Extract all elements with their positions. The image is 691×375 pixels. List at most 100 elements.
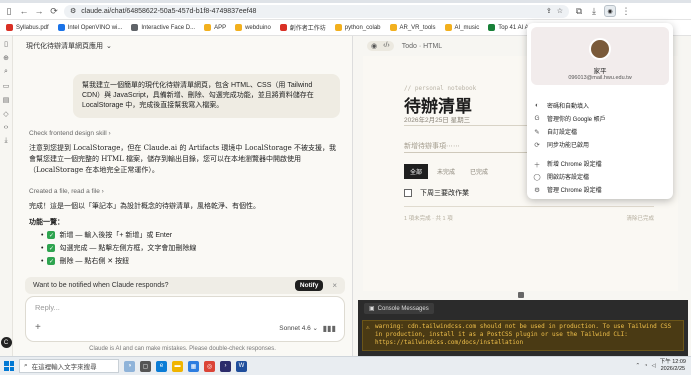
chat-title-button[interactable]: 現代化待辦清單網頁應用 ⌄ (13, 36, 352, 56)
bookmark-label: webduino (245, 24, 271, 31)
assistant-paragraph: 注意到您提到 LocalStorage，但在 Claude.ai 的 Artif… (29, 144, 336, 175)
menu-item-google-account[interactable]: G 管理你的 Google 帳戶 (533, 112, 667, 125)
bookmark-folder[interactable]: webduino (235, 24, 271, 31)
download-app-icon[interactable]: ⤓ (4, 137, 7, 145)
user-avatar[interactable]: C (0, 337, 12, 348)
bookmark-star-icon[interactable]: ☆ (557, 7, 563, 15)
bookmark-folder[interactable]: APP (204, 24, 226, 31)
site-info-icon[interactable]: ⚙ (70, 7, 76, 15)
bullet: • (41, 257, 44, 265)
folder-icon (334, 24, 342, 31)
chrome-icon[interactable]: ◎ (204, 360, 215, 372)
voice-mode-icon[interactable]: ▮▮▮ (323, 324, 336, 333)
close-icon[interactable]: × (332, 281, 337, 290)
warning-text: warning: cdn.tailwindcss.com should not … (375, 323, 672, 347)
forward-icon[interactable]: → (34, 6, 44, 16)
profile-avatar-button[interactable]: ◉ (604, 5, 616, 17)
store-icon[interactable]: ▦ (188, 360, 199, 372)
preview-eye-icon[interactable]: ◉ (371, 42, 377, 50)
code-icon[interactable]: ‹› (4, 124, 9, 131)
address-bar[interactable]: ⚙ claude.ai/chat/64858622-50a5-457d-b1f8… (64, 4, 569, 18)
check-mark-icon: ✓ (47, 231, 56, 240)
volume-icon[interactable]: ◁ (651, 363, 655, 369)
bookmark-folder[interactable]: AI_music (444, 24, 480, 31)
google-icon: G (534, 115, 540, 122)
bookmark-label: 創作者工作坊 (289, 26, 326, 32)
sidebar-toggle-icon[interactable]: ▯ (4, 40, 8, 48)
network-icon[interactable]: ◔ (644, 363, 647, 369)
widgets-icon[interactable]: ◑ (124, 360, 135, 372)
menu-item-add-profile[interactable]: ＋ 新增 Chrome 設定檔 (533, 157, 667, 170)
feature-item: • ✓ 刪除 — 點右側 ✕ 按鈕 (41, 256, 352, 266)
reply-input[interactable]: Reply... (35, 303, 335, 312)
todo-checkbox[interactable] (404, 189, 412, 197)
menu-item-customize-profile[interactable]: ✎ 自訂設定檔 (533, 125, 667, 138)
chats-icon[interactable]: ▭ (3, 82, 10, 90)
menu-item-passwords[interactable]: ◐ 密碼和自動填入 (533, 99, 667, 112)
new-chat-icon[interactable]: ⊕ (3, 54, 9, 62)
taskbar-search[interactable]: ⌕ 在這裡輸入文字來搜尋 (19, 359, 119, 373)
share-icon[interactable]: ⇪ (546, 7, 552, 15)
console-tab[interactable]: ▣ Console Messages (364, 303, 434, 314)
task-view-icon[interactable]: ▢ (140, 360, 151, 372)
filter-all[interactable]: 全部 (404, 164, 429, 179)
clear-completed-button[interactable]: 清除已完成 (626, 214, 654, 222)
menu-item-label: 管理 Chrome 設定檔 (547, 188, 602, 194)
chrome-menu-icon[interactable]: ⋮ (621, 6, 631, 17)
notify-button[interactable]: Notify (294, 280, 324, 291)
preview-code-toggle[interactable]: ◉ ‹/› (367, 41, 394, 51)
bookmark-item[interactable]: Interactive Face D... (131, 24, 195, 31)
bookmark-label: AI_music (454, 24, 480, 31)
edit-icon: ✎ (534, 128, 540, 136)
reply-box[interactable]: Reply... + Sonnet 4.6 ⌄ ▮▮▮ (25, 296, 345, 342)
menu-item-sync[interactable]: ⟳ 同步功能已啟用 (533, 138, 667, 151)
reload-icon[interactable]: ⟳ (49, 6, 59, 17)
menu-item-guest-profile[interactable]: ◯ 開啟訪客設定檔 (533, 170, 667, 183)
bookmark-item[interactable]: Syllabus.pdf (6, 24, 49, 31)
chevron-up-icon[interactable]: ⌃ (636, 363, 641, 369)
edge-icon[interactable]: e (156, 360, 167, 372)
windows-start-icon[interactable] (4, 361, 14, 371)
address-url[interactable]: claude.ai/chat/64858622-50a5-457d-b1f8-4… (81, 8, 541, 15)
search-icon[interactable]: ⌕ (4, 68, 8, 76)
word-icon[interactable]: W (236, 360, 247, 372)
back-icon[interactable]: ← (19, 6, 29, 16)
bookmark-folder[interactable]: AR_VR_tools (389, 24, 436, 31)
tool-use-summary[interactable]: Created a file, read a file › (29, 188, 352, 195)
sidebar-toggle-icon[interactable]: ▯ (4, 6, 14, 17)
browser-toolbar: ▯ ← → ⟳ ⚙ claude.ai/chat/64858622-50a5-4… (0, 3, 691, 20)
folder-icon (444, 24, 452, 31)
bookmark-item[interactable]: Intel OpenVINO wi... (57, 24, 123, 31)
folder-icon (235, 24, 243, 31)
bookmark-folder[interactable]: python_colab (334, 24, 381, 31)
clock[interactable]: 下午 12:09 2026/2/25 (660, 359, 686, 372)
bookmark-label: Syllabus.pdf (16, 24, 49, 31)
user-message: 幫我建立一個簡單的現代化待辦清單網頁，包含 HTML、CSS（用 Tailwin… (73, 74, 340, 119)
download-icon[interactable]: ⤓ (589, 6, 599, 17)
filter-completed[interactable]: 已完成 (464, 164, 494, 179)
notify-text: Want to be notified when Claude responds… (33, 282, 169, 289)
extensions-icon[interactable]: ⧉ (574, 6, 584, 17)
features-heading: 功能一覽： (29, 219, 64, 227)
terminal-icon[interactable]: › (220, 360, 231, 372)
code-icon[interactable]: ‹/› (383, 42, 390, 50)
bookmark-item[interactable]: 創作者工作坊 (279, 23, 326, 32)
artifacts-icon[interactable]: ◇ (3, 110, 8, 118)
resize-handle[interactable] (518, 292, 524, 298)
chrome-profile-menu: 家平 096013@mail.hwu.edu.tw ◐ 密碼和自動填入 G 管理你的… (527, 23, 673, 199)
bookmark-label: Intel OpenVINO wi... (67, 24, 123, 31)
feature-text: 刪除 — 點右側 ✕ 按鈕 (59, 258, 130, 266)
projects-icon[interactable]: ▤ (3, 96, 10, 104)
todo-kicker: // personal notebook (404, 85, 477, 92)
menu-item-manage-profiles[interactable]: ⚙ 管理 Chrome 設定檔 (533, 183, 667, 196)
file-explorer-icon[interactable]: ▬ (172, 360, 183, 372)
search-icon: ⌕ (24, 362, 28, 369)
folder-icon (389, 24, 397, 31)
tool-use-summary[interactable]: Check frontend design skill › (29, 130, 352, 137)
filter-active[interactable]: 未完成 (431, 164, 461, 179)
profile-name: 家平 (593, 68, 607, 75)
model-selector[interactable]: Sonnet 4.6 ⌄ (279, 324, 318, 332)
right-rail (678, 36, 691, 296)
add-attachment-icon[interactable]: + (35, 322, 41, 333)
chevron-down-icon: ⌄ (106, 43, 112, 50)
